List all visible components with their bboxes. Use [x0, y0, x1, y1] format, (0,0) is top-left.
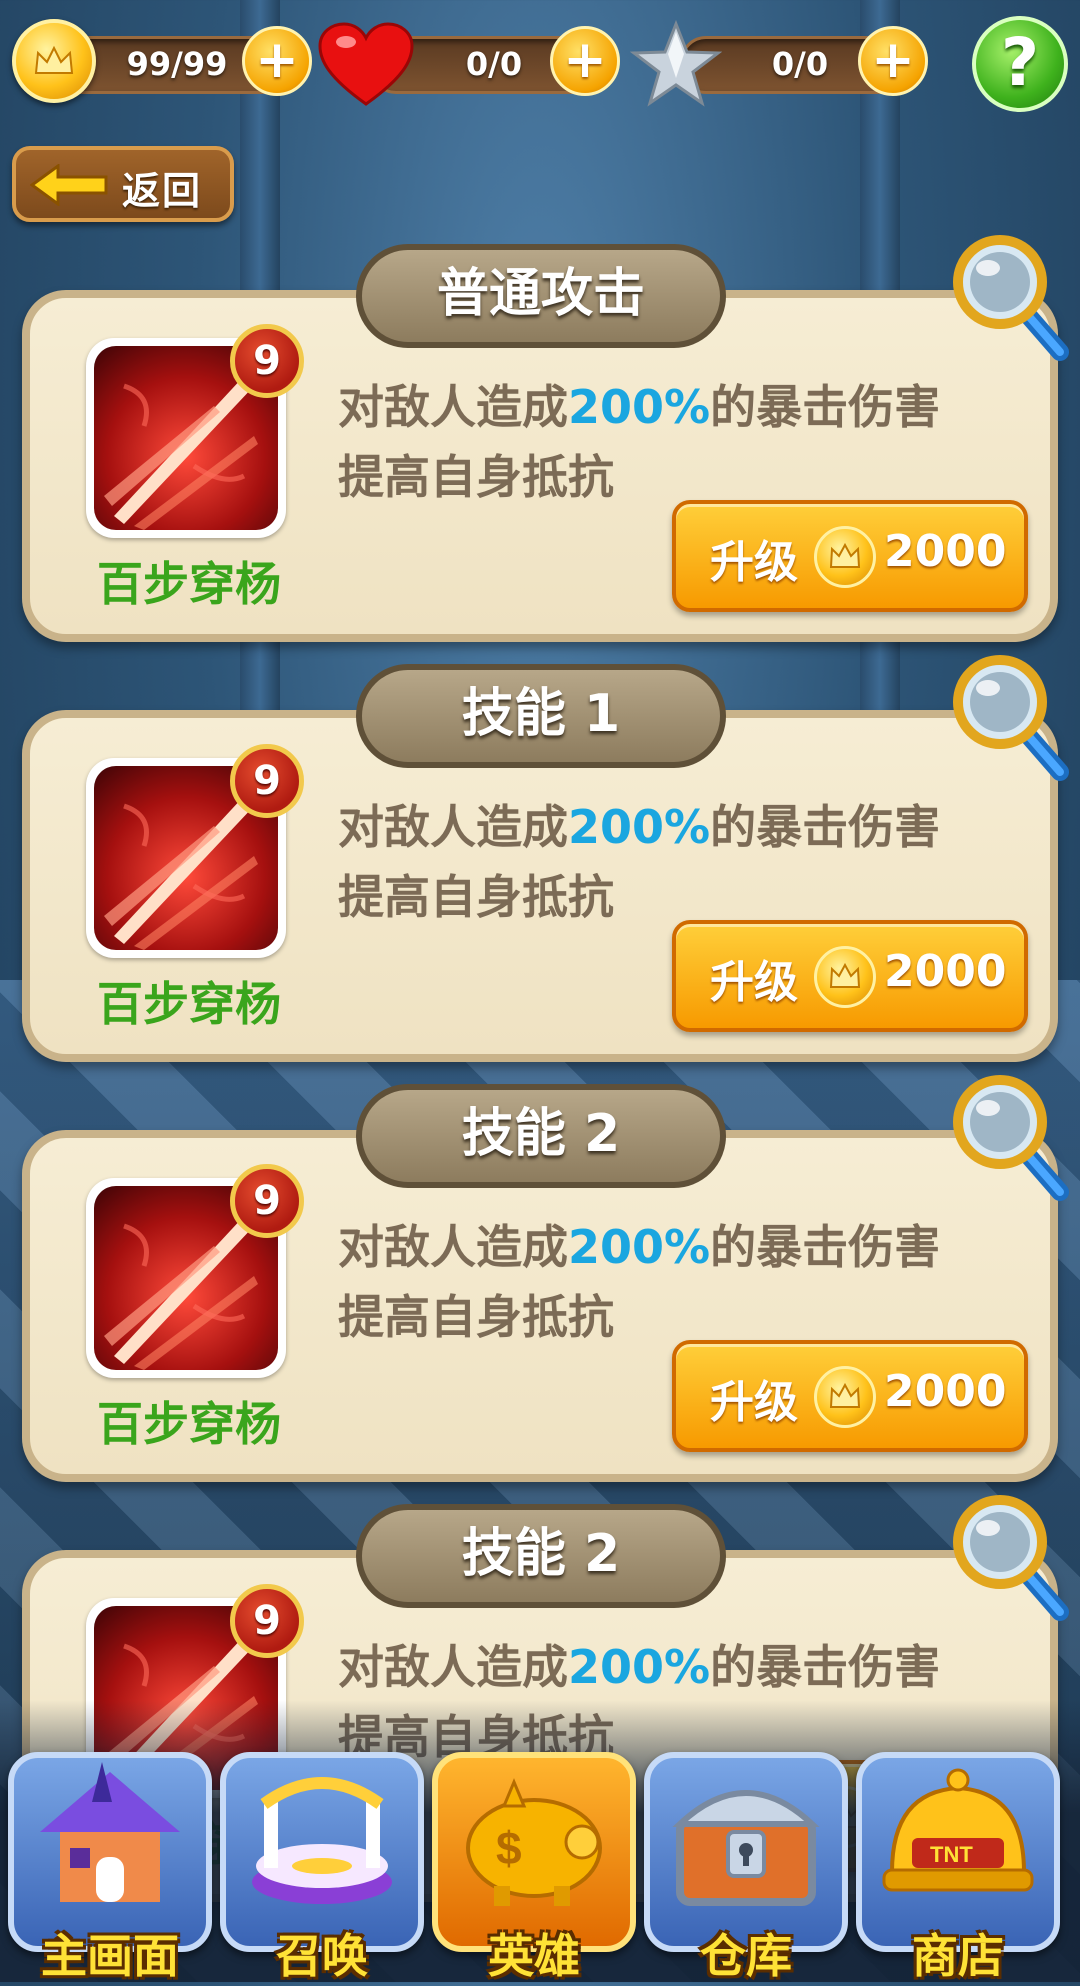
skill-card: 技能 1 9 百步穿杨 对敌人造成200%的暴击伤害 提高自身抵抗 升级 200… [22, 655, 1069, 1062]
desc-prefix: 对敌人造成 [338, 800, 568, 854]
upgrade-cost: 2000 [884, 526, 1007, 577]
star-counter: 0/0 + [630, 20, 940, 107]
heart-icon [318, 22, 414, 106]
nav-label: 召唤 [276, 1929, 368, 1983]
piggy-bank-icon: $ [454, 1762, 614, 1916]
desc-percent: 200% [568, 1640, 711, 1694]
crown-coin-icon [814, 946, 876, 1008]
heart-counter: 0/0 + [318, 22, 628, 106]
upgrade-button[interactable]: 升级 2000 [672, 500, 1028, 612]
skill-level-badge: 9 [230, 324, 304, 398]
house-icon [30, 1762, 190, 1916]
nav-item-4[interactable]: TNT 商店 [856, 1752, 1060, 1983]
upgrade-cost: 2000 [884, 1366, 1007, 1417]
skill-card-title: 技能 1 [356, 664, 726, 768]
nav-label: 仓库 [700, 1929, 792, 1983]
skill-name: 百步穿杨 [97, 1397, 281, 1451]
star-value: 0/0 [771, 45, 829, 83]
upgrade-button[interactable]: 升级 2000 [672, 1340, 1028, 1452]
magnifier-icon[interactable] [950, 652, 1070, 782]
crown-coin-icon [814, 526, 876, 588]
desc-prefix: 对敌人造成 [338, 1640, 568, 1694]
shop-bell-icon: TNT [878, 1762, 1038, 1916]
upgrade-cost: 2000 [884, 946, 1007, 997]
desc-suffix: 的暴击伤害 [710, 1640, 941, 1694]
nav-label: 英雄 [488, 1929, 580, 1983]
skill-level-badge: 9 [230, 1164, 304, 1238]
coin-value: 99/99 [126, 45, 228, 83]
upgrade-label: 升级 [710, 1377, 798, 1428]
upgrade-button[interactable]: 升级 2000 [672, 920, 1028, 1032]
skill-name: 百步穿杨 [97, 557, 281, 611]
skill-card: 普通攻击 9 百步穿杨 对敌人造成200%的暴击伤害 提高自身抵抗 升级 200… [22, 235, 1069, 642]
desc-prefix: 对敌人造成 [338, 380, 568, 434]
skill-description: 对敌人造成200%的暴击伤害 提高自身抵抗 [338, 372, 940, 512]
nav-item-2[interactable]: $ 英雄 [432, 1752, 636, 1983]
nav-item-3[interactable]: 仓库 [644, 1752, 848, 1983]
nav-item-0[interactable]: 主画面 [8, 1752, 212, 1983]
desc-suffix: 的暴击伤害 [710, 800, 941, 854]
arrow-left-icon [30, 164, 108, 206]
skill-card: 技能 2 9 百步穿杨 对敌人造成200%的暴击伤害 [22, 1075, 1069, 1482]
upgrade-label: 升级 [710, 537, 798, 588]
back-button[interactable]: 返回 [12, 146, 234, 222]
skill-level-badge: 9 [230, 1584, 304, 1658]
skill-card-title: 普通攻击 [356, 244, 726, 348]
desc-suffix: 的暴击伤害 [710, 380, 941, 434]
upgrade-label: 升级 [710, 957, 798, 1008]
nav-label: 主画面 [41, 1929, 179, 1983]
magnifier-icon[interactable] [950, 232, 1070, 362]
skill-name: 百步穿杨 [97, 977, 281, 1031]
back-label: 返回 [122, 169, 203, 213]
skill-level-badge: 9 [230, 744, 304, 818]
add-stars-button[interactable]: + [858, 26, 928, 96]
add-hearts-button[interactable]: + [550, 26, 620, 96]
star-icon [630, 20, 722, 107]
treasure-chest-icon [666, 1762, 826, 1916]
coin-counter: 99/99 + [12, 19, 312, 103]
summon-altar-icon [242, 1762, 402, 1916]
skill-description: 对敌人造成200%的暴击伤害 提高自身抵抗 [338, 792, 940, 932]
crown-coin-icon [814, 1366, 876, 1428]
desc-prefix: 对敌人造成 [338, 1220, 568, 1274]
magnifier-icon[interactable] [950, 1072, 1070, 1202]
help-button[interactable]: ? [972, 16, 1068, 112]
skill-card-title: 技能 2 [356, 1084, 726, 1188]
nav-item-1[interactable]: 召唤 [220, 1752, 424, 1983]
svg-text:$: $ [496, 1822, 522, 1874]
magnifier-icon[interactable] [950, 1492, 1070, 1622]
desc-suffix: 的暴击伤害 [710, 1220, 941, 1274]
skill-description: 对敌人造成200%的暴击伤害 提高自身抵抗 [338, 1212, 940, 1352]
desc-percent: 200% [568, 800, 711, 854]
crown-coin-icon [12, 19, 96, 103]
desc-percent: 200% [568, 380, 711, 434]
svg-text:TNT: TNT [930, 1842, 973, 1867]
nav-label: 商店 [912, 1929, 1004, 1983]
desc-percent: 200% [568, 1220, 711, 1274]
add-coins-button[interactable]: + [242, 26, 312, 96]
skill-card-title: 技能 2 [356, 1504, 726, 1608]
